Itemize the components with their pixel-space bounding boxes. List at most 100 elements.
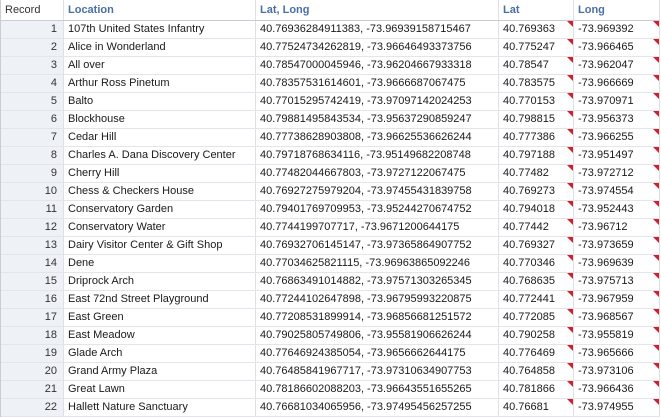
location-cell[interactable]: East Meadow: [64, 327, 256, 344]
table-row[interactable]: 15 Driprock Arch 40.76863491014882, -73.97…: [1, 273, 660, 291]
lat-cell[interactable]: 40.794018: [499, 201, 574, 218]
location-cell[interactable]: Conservatory Water: [64, 219, 256, 236]
long-cell[interactable]: -73.974554: [574, 183, 660, 200]
lat-cell[interactable]: 40.777386: [499, 129, 574, 146]
table-row[interactable]: 9 Cherry Hill 40.77482044667803, -73.97271…: [1, 165, 660, 183]
long-cell[interactable]: -73.973659: [574, 237, 660, 254]
lat-cell[interactable]: 40.77482: [499, 165, 574, 182]
table-row[interactable]: 17 East Green 40.77208531899914, -73.96856…: [1, 309, 660, 327]
latlong-cell[interactable]: 40.76863491014882, -73.97571303265345: [256, 273, 499, 290]
record-cell[interactable]: 1: [1, 21, 64, 38]
location-cell[interactable]: Conservatory Garden: [64, 201, 256, 218]
long-cell[interactable]: -73.973106: [574, 363, 660, 380]
long-cell[interactable]: -73.974955: [574, 399, 660, 416]
record-cell[interactable]: 3: [1, 57, 64, 74]
location-cell[interactable]: 107th United States Infantry: [64, 21, 256, 38]
long-cell[interactable]: -73.965666: [574, 345, 660, 362]
record-cell[interactable]: 17: [1, 309, 64, 326]
lat-cell[interactable]: 40.770346: [499, 255, 574, 272]
long-cell[interactable]: -73.975713: [574, 273, 660, 290]
latlong-cell[interactable]: 40.77738628903808, -73.96625536626244: [256, 129, 499, 146]
latlong-cell[interactable]: 40.76932706145147, -73.97365864907752: [256, 237, 499, 254]
lat-cell[interactable]: 40.797188: [499, 147, 574, 164]
table-row[interactable]: 22 Hallett Nature Sanctuary 40.76681034065…: [1, 399, 660, 417]
location-cell[interactable]: All over: [64, 57, 256, 74]
long-cell[interactable]: -73.956373: [574, 111, 660, 128]
location-cell[interactable]: East 72nd Street Playground: [64, 291, 256, 308]
record-cell[interactable]: 13: [1, 237, 64, 254]
lat-cell[interactable]: 40.790258: [499, 327, 574, 344]
location-cell[interactable]: Great Lawn: [64, 381, 256, 398]
table-row[interactable]: 4 Arthur Ross Pinetum 40.78357531614601, -…: [1, 75, 660, 93]
lat-cell[interactable]: 40.768635: [499, 273, 574, 290]
record-cell[interactable]: 11: [1, 201, 64, 218]
lat-cell[interactable]: 40.772441: [499, 291, 574, 308]
long-cell[interactable]: -73.955819: [574, 327, 660, 344]
record-cell[interactable]: 6: [1, 111, 64, 128]
column-header-record[interactable]: Record: [1, 0, 64, 20]
lat-cell[interactable]: 40.78547: [499, 57, 574, 74]
location-cell[interactable]: Dene: [64, 255, 256, 272]
latlong-cell[interactable]: 40.79718768634116, -73.95149682208748: [256, 147, 499, 164]
latlong-cell[interactable]: 40.78357531614601, -73.9666687067475: [256, 75, 499, 92]
latlong-cell[interactable]: 40.79025805749806, -73.95581906626244: [256, 327, 499, 344]
record-cell[interactable]: 20: [1, 363, 64, 380]
latlong-cell[interactable]: 40.7744199707717, -73.9671200644175: [256, 219, 499, 236]
table-row[interactable]: 13 Dairy Visitor Center & Gift Shop 40.769…: [1, 237, 660, 255]
location-cell[interactable]: Driprock Arch: [64, 273, 256, 290]
long-cell[interactable]: -73.96712: [574, 219, 660, 236]
latlong-cell[interactable]: 40.77034625821115, -73.96963865092246: [256, 255, 499, 272]
lat-cell[interactable]: 40.772085: [499, 309, 574, 326]
location-cell[interactable]: Cherry Hill: [64, 165, 256, 182]
record-cell[interactable]: 14: [1, 255, 64, 272]
record-cell[interactable]: 18: [1, 327, 64, 344]
record-cell[interactable]: 5: [1, 93, 64, 110]
long-cell[interactable]: -73.962047: [574, 57, 660, 74]
long-cell[interactable]: -73.969392: [574, 21, 660, 38]
column-header-lat[interactable]: Lat: [499, 0, 574, 20]
record-cell[interactable]: 12: [1, 219, 64, 236]
long-cell[interactable]: -73.967959: [574, 291, 660, 308]
location-cell[interactable]: Glade Arch: [64, 345, 256, 362]
lat-cell[interactable]: 40.781866: [499, 381, 574, 398]
table-row[interactable]: 8 Charles A. Dana Discovery Center 40.7971…: [1, 147, 660, 165]
table-row[interactable]: 3 All over 40.78547000045946, -73.96204667…: [1, 57, 660, 75]
long-cell[interactable]: -73.951497: [574, 147, 660, 164]
latlong-cell[interactable]: 40.77524734262819, -73.96646493373756: [256, 39, 499, 56]
table-row[interactable]: 12 Conservatory Water 40.7744199707717, -7…: [1, 219, 660, 237]
table-row[interactable]: 7 Cedar Hill 40.77738628903808, -73.966255…: [1, 129, 660, 147]
latlong-cell[interactable]: 40.77646924385054, -73.9656662644175: [256, 345, 499, 362]
location-cell[interactable]: East Green: [64, 309, 256, 326]
latlong-cell[interactable]: 40.76936284911383, -73.96939158715467: [256, 21, 499, 38]
latlong-cell[interactable]: 40.77015295742419, -73.97097142024253: [256, 93, 499, 110]
table-row[interactable]: 14 Dene 40.77034625821115, -73.96963865092…: [1, 255, 660, 273]
location-cell[interactable]: Charles A. Dana Discovery Center: [64, 147, 256, 164]
table-row[interactable]: 2 Alice in Wonderland 40.77524734262819, -…: [1, 39, 660, 57]
lat-cell[interactable]: 40.776469: [499, 345, 574, 362]
table-row[interactable]: 5 Balto 40.77015295742419, -73.97097142024…: [1, 93, 660, 111]
lat-cell[interactable]: 40.798815: [499, 111, 574, 128]
table-row[interactable]: 18 East Meadow 40.79025805749806, -73.9558…: [1, 327, 660, 345]
long-cell[interactable]: -73.968567: [574, 309, 660, 326]
table-row[interactable]: 20 Grand Army Plaza 40.76485841967717, -73…: [1, 363, 660, 381]
table-row[interactable]: 1 107th United States Infantry 40.76936284…: [1, 21, 660, 39]
latlong-cell[interactable]: 40.78186602088203, -73.96643551655265: [256, 381, 499, 398]
latlong-cell[interactable]: 40.76681034065956, -73.97495456257255: [256, 399, 499, 416]
location-cell[interactable]: Arthur Ross Pinetum: [64, 75, 256, 92]
latlong-cell[interactable]: 40.79401769709953, -73.95244270674752: [256, 201, 499, 218]
latlong-cell[interactable]: 40.79881495843534, -73.95637290859247: [256, 111, 499, 128]
location-cell[interactable]: Grand Army Plaza: [64, 363, 256, 380]
lat-cell[interactable]: 40.769363: [499, 21, 574, 38]
latlong-cell[interactable]: 40.76485841967717, -73.97310634907753: [256, 363, 499, 380]
column-header-long[interactable]: Long: [574, 0, 660, 20]
table-row[interactable]: 16 East 72nd Street Playground 40.77244102…: [1, 291, 660, 309]
long-cell[interactable]: -73.966465: [574, 39, 660, 56]
record-cell[interactable]: 16: [1, 291, 64, 308]
lat-cell[interactable]: 40.775247: [499, 39, 574, 56]
location-cell[interactable]: Blockhouse: [64, 111, 256, 128]
table-row[interactable]: 21 Great Lawn 40.78186602088203, -73.96643…: [1, 381, 660, 399]
location-cell[interactable]: Hallett Nature Sanctuary: [64, 399, 256, 416]
record-cell[interactable]: 15: [1, 273, 64, 290]
long-cell[interactable]: -73.972712: [574, 165, 660, 182]
location-cell[interactable]: Alice in Wonderland: [64, 39, 256, 56]
